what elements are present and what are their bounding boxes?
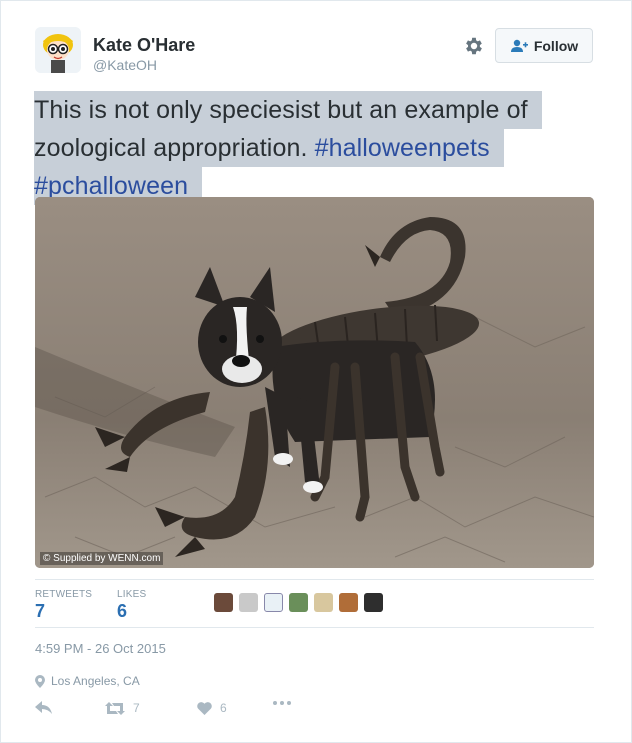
author-handle[interactable]: @KateOH <box>93 57 157 73</box>
tweet-location[interactable]: Los Angeles, CA <box>35 674 140 688</box>
tweet-text-segment: zoological appropriation. <box>34 134 308 162</box>
hashtag-link[interactable]: #halloweenpets <box>315 134 490 162</box>
liker-avatar[interactable] <box>339 593 358 612</box>
liker-avatar[interactable] <box>314 593 333 612</box>
heart-icon <box>197 701 212 715</box>
follow-button-label: Follow <box>533 37 579 54</box>
retweet-icon <box>105 701 125 715</box>
tweet-text: This is not only speciesist but an examp… <box>34 91 564 205</box>
retweets-label: RETWEETS <box>35 589 93 600</box>
retweets-count[interactable]: 7 <box>35 601 45 622</box>
author-name[interactable]: Kate O'Hare <box>93 35 195 56</box>
add-user-icon <box>510 39 528 52</box>
more-button[interactable] <box>273 701 291 705</box>
retweet-button[interactable]: 7 <box>105 701 140 715</box>
cartoon-avatar-icon <box>35 27 81 73</box>
tweet-text-line-1: This is not only speciesist but an examp… <box>34 91 542 129</box>
tweet-timestamp[interactable]: 4:59 PM - 26 Oct 2015 <box>35 641 166 656</box>
tweet-card: Kate O'Hare @KateOH Follow This is not o… <box>0 0 632 743</box>
hashtag-link[interactable]: #pchalloween <box>34 172 188 200</box>
like-button[interactable]: 6 <box>197 701 227 715</box>
tweet-text-line-2: zoological appropriation. #halloweenpets <box>34 129 504 167</box>
reply-button[interactable] <box>35 701 52 714</box>
reply-icon <box>35 701 52 714</box>
likes-label: LIKES <box>117 589 147 600</box>
tweet-text-segment: This is not only speciesist but an examp… <box>34 96 528 124</box>
follow-button[interactable]: Follow <box>495 28 593 63</box>
dog-in-scorpion-costume-photo <box>35 197 594 568</box>
tweet-photo[interactable]: © Supplied by WENN.com <box>35 197 594 568</box>
location-pin-icon <box>35 674 45 688</box>
liker-avatar[interactable] <box>239 593 258 612</box>
photo-credit: © Supplied by WENN.com <box>40 552 164 565</box>
divider <box>35 579 594 580</box>
liker-avatar[interactable] <box>289 593 308 612</box>
retweet-count: 7 <box>133 701 140 715</box>
liker-avatar[interactable] <box>364 593 383 612</box>
avatar[interactable] <box>35 27 81 73</box>
gear-icon[interactable] <box>463 35 485 57</box>
more-dots-icon <box>273 701 291 705</box>
like-count: 6 <box>220 701 227 715</box>
liker-avatar[interactable] <box>214 593 233 612</box>
liker-avatar[interactable] <box>264 593 283 612</box>
liker-avatars <box>214 593 383 612</box>
divider <box>35 627 594 628</box>
location-label: Los Angeles, CA <box>51 674 140 688</box>
likes-count[interactable]: 6 <box>117 601 127 622</box>
